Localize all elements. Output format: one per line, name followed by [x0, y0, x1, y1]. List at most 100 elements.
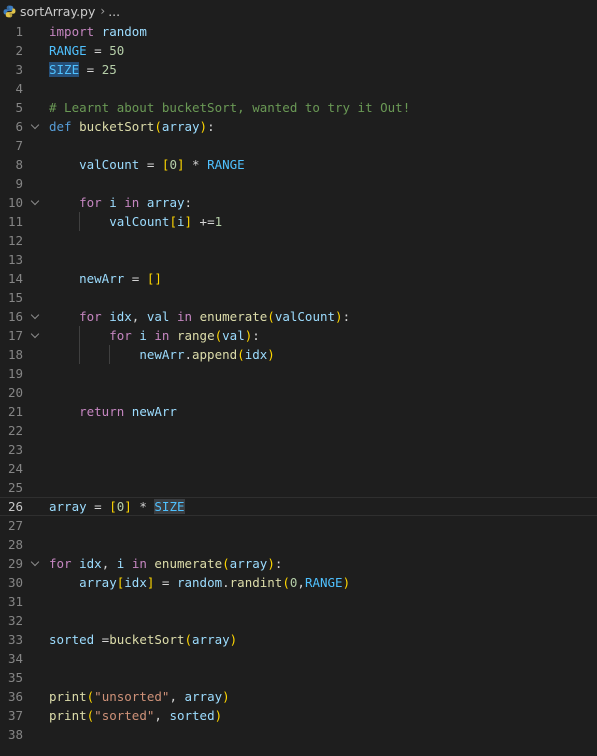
code-text: valCount = [0] * RANGE	[49, 155, 245, 174]
line-number: 4	[15, 81, 23, 96]
code-line[interactable]: 6 def bucketSort(array):	[0, 117, 597, 136]
code-token: in	[154, 328, 170, 343]
code-line[interactable]: 11 valCount[i] +=1	[0, 212, 597, 231]
code-token: =	[94, 632, 110, 647]
code-token: valCount	[79, 157, 140, 172]
code-token: (	[282, 575, 290, 590]
code-line[interactable]: 5 # Learnt about bucketSort, wanted to tr…	[0, 98, 597, 117]
code-line[interactable]: 12	[0, 231, 597, 250]
code-text: newArr = []	[49, 269, 162, 288]
code-token: =	[86, 43, 110, 58]
code-line[interactable]: 8 valCount = [0] * RANGE	[0, 155, 597, 174]
code-line[interactable]: 33 sorted =bucketSort(array)	[0, 630, 597, 649]
code-line[interactable]: 28	[0, 535, 597, 554]
code-token: :	[207, 119, 215, 134]
code-line[interactable]: 29 for idx, i in enumerate(array):	[0, 554, 597, 573]
code-line[interactable]: 21 return newArr	[0, 402, 597, 421]
code-line[interactable]: 22	[0, 421, 597, 440]
breadcrumb-symbols[interactable]: ...	[108, 4, 120, 19]
code-token: random	[101, 24, 147, 39]
code-line[interactable]: 17 for i in range(val):	[0, 326, 597, 345]
fold-chevron-icon[interactable]	[30, 310, 40, 320]
code-line[interactable]: 31	[0, 592, 597, 611]
code-line[interactable]: 7	[0, 136, 597, 155]
code-line[interactable]: 26 array = [0] * SIZE	[0, 497, 597, 516]
code-line[interactable]: 18 newArr.append(idx)	[0, 345, 597, 364]
code-token: ,	[131, 309, 147, 324]
code-token: =	[154, 575, 177, 590]
code-token: newArr	[79, 271, 125, 286]
code-line[interactable]: 2 RANGE = 50	[0, 41, 597, 60]
code-line[interactable]: 37 print("sorted", sorted)	[0, 706, 597, 725]
breadcrumb-file-name[interactable]: sortArray.py	[20, 4, 95, 19]
code-token: "unsorted"	[94, 689, 170, 704]
code-text: array[idx] = random.randint(0,RANGE)	[49, 573, 350, 592]
code-token: i	[109, 195, 117, 210]
fold-chevron-icon[interactable]	[30, 196, 40, 206]
chevron-right-icon: ›	[100, 4, 106, 18]
line-number: 20	[7, 385, 23, 400]
code-token: (	[184, 632, 193, 647]
code-line[interactable]: 35	[0, 668, 597, 687]
line-number: 32	[7, 613, 23, 628]
code-line[interactable]: 14 newArr = []	[0, 269, 597, 288]
line-number: 11	[7, 214, 23, 229]
code-token: 25	[101, 62, 117, 77]
code-token: def	[49, 119, 72, 134]
line-number: 26	[7, 499, 23, 514]
code-token: in	[131, 556, 147, 571]
code-editor[interactable]: 1 import random 2 RANGE = 50 3 SIZE = 25 4 5 # L…	[0, 22, 597, 756]
code-text: for i in range(val):	[49, 326, 260, 345]
code-line[interactable]: 9	[0, 174, 597, 193]
code-line[interactable]: 36 print("unsorted", array)	[0, 687, 597, 706]
line-number: 33	[7, 632, 23, 647]
code-line[interactable]: 1 import random	[0, 22, 597, 41]
line-number: 25	[7, 480, 23, 495]
code-token: "sorted"	[94, 708, 155, 723]
line-number: 7	[15, 138, 23, 153]
code-token: SIZE	[49, 62, 80, 77]
code-token: ,	[297, 575, 305, 590]
code-token: newArr	[139, 347, 185, 362]
code-line[interactable]: 16 for idx, val in enumerate(valCount):	[0, 307, 597, 326]
code-line[interactable]: 34	[0, 649, 597, 668]
fold-chevron-icon[interactable]	[30, 329, 40, 339]
code-line[interactable]: 20	[0, 383, 597, 402]
code-line[interactable]: 15	[0, 288, 597, 307]
code-line[interactable]: 19	[0, 364, 597, 383]
code-token: :	[184, 195, 193, 210]
line-number: 8	[15, 157, 23, 172]
line-number: 34	[7, 651, 23, 666]
code-line[interactable]: 30 array[idx] = random.randint(0,RANGE)	[0, 573, 597, 592]
code-line[interactable]: 24	[0, 459, 597, 478]
line-number: 16	[7, 309, 23, 324]
code-line[interactable]: 27	[0, 516, 597, 535]
code-line[interactable]: 4	[0, 79, 597, 98]
code-line[interactable]: 32	[0, 611, 597, 630]
line-number: 24	[7, 461, 23, 476]
breadcrumb: sortArray.py › ...	[0, 0, 597, 22]
code-token: (	[237, 347, 245, 362]
fold-chevron-icon[interactable]	[30, 120, 40, 130]
code-line[interactable]: 13	[0, 250, 597, 269]
code-token: i	[176, 214, 185, 229]
line-number: 22	[7, 423, 23, 438]
line-number: 30	[7, 575, 23, 590]
code-line[interactable]: 10 for i in array:	[0, 193, 597, 212]
line-number: 35	[7, 670, 23, 685]
code-line[interactable]: 23	[0, 440, 597, 459]
code-line[interactable]: 3 SIZE = 25	[0, 60, 597, 79]
code-text: valCount[i] +=1	[49, 212, 222, 231]
code-token: import	[49, 24, 95, 39]
code-token: for	[49, 556, 72, 571]
code-text: sorted =bucketSort(array)	[49, 630, 237, 649]
code-line[interactable]: 38	[0, 725, 597, 744]
code-token: i	[139, 328, 147, 343]
code-token: ,	[169, 689, 185, 704]
code-text: # Learnt about bucketSort, wanted to try…	[49, 98, 410, 117]
fold-chevron-icon[interactable]	[30, 557, 40, 567]
code-line[interactable]: 25	[0, 478, 597, 497]
